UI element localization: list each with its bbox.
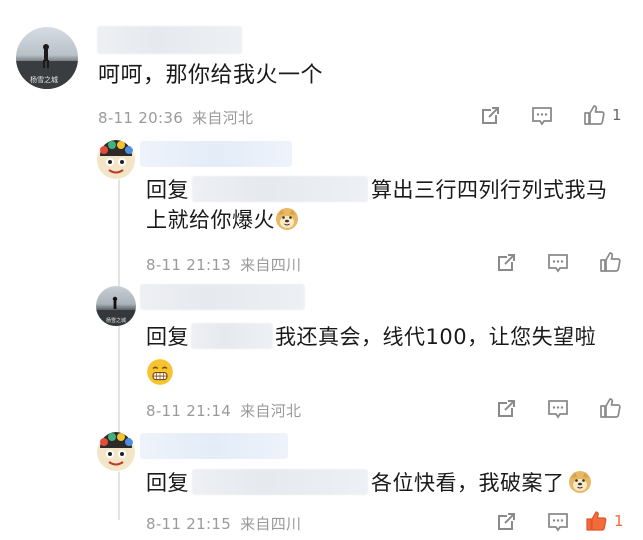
doge-emoji-icon: [568, 470, 592, 494]
reply-source: 来自四川: [240, 515, 302, 533]
username-reply-3-redacted[interactable]: [140, 433, 288, 459]
like-count-top: 1: [612, 106, 622, 124]
reply-target-redacted[interactable]: [192, 469, 368, 495]
comment-text-top: 呵呵，那你给我火一个: [98, 63, 324, 88]
reply-1-meta: 8-11 21:13 来自四川: [146, 254, 301, 275]
username-reply-1-redacted[interactable]: [140, 141, 292, 167]
reply-time: 8-11 21:13: [146, 256, 232, 274]
comment-icon[interactable]: [530, 104, 554, 128]
reply-prefix: 回复: [146, 178, 189, 202]
comment-icon[interactable]: [546, 397, 570, 421]
reply-prefix: 回复: [146, 471, 189, 495]
like-icon[interactable]: [598, 250, 622, 274]
avatar-silhouette-icon: 杨雪之城: [96, 296, 136, 326]
reply-time: 8-11 21:15: [146, 515, 232, 533]
reply-text: 我还真会，线代100，让您失望啦: [275, 325, 597, 349]
like-icon[interactable]: [598, 396, 622, 420]
reply-3-text: 回复 各位快看，我破案了: [146, 468, 626, 498]
doge-emoji-icon: [275, 207, 299, 231]
like-count-reply-3: 1: [614, 512, 624, 530]
reply-2-meta: 8-11 21:14 来自河北: [146, 400, 301, 421]
reply-text: 算出三行四列行列式我马: [371, 178, 608, 202]
reply-1-text: 回复 算出三行四列行列式我马 上就给你爆火: [146, 175, 626, 235]
like-icon-liked[interactable]: [584, 509, 608, 533]
share-icon[interactable]: [494, 510, 518, 534]
avatar-reply-3[interactable]: [96, 432, 136, 472]
share-icon[interactable]: [494, 251, 518, 275]
reply-target-redacted[interactable]: [191, 323, 273, 349]
share-icon[interactable]: [494, 397, 518, 421]
cartoon-avatar-icon: [97, 140, 135, 179]
reply-text: 各位快看，我破案了: [371, 471, 565, 495]
reply-2-text: 回复 我还真会，线代100，让您失望啦: [146, 322, 636, 390]
reply-time: 8-11 21:14: [146, 402, 232, 420]
avatar-caption: 杨雪之城: [30, 75, 58, 84]
reply-text-line2: 上就给你爆火: [146, 208, 275, 232]
like-icon[interactable]: [582, 103, 606, 127]
grin-emoji-icon: [146, 358, 174, 386]
share-icon[interactable]: [478, 104, 502, 128]
reply-target-redacted[interactable]: [192, 176, 368, 202]
reply-prefix: 回复: [146, 325, 189, 349]
avatar-reply-1[interactable]: [96, 140, 136, 180]
avatar-top-comment[interactable]: 杨雪之城: [16, 27, 78, 89]
avatar-caption: 杨雪之城: [106, 317, 126, 324]
comment-source: 来自河北: [192, 109, 254, 127]
username-top-redacted[interactable]: [97, 26, 242, 54]
reply-3-meta: 8-11 21:15 来自四川: [146, 513, 301, 534]
comment-meta-top: 8-11 20:36 来自河北: [98, 107, 253, 128]
avatar-reply-2[interactable]: 杨雪之城: [96, 286, 136, 326]
reply-source: 来自四川: [240, 256, 302, 274]
avatar-silhouette-icon: 杨雪之城: [16, 44, 78, 89]
comment-icon[interactable]: [546, 251, 570, 275]
comment-icon[interactable]: [546, 510, 570, 534]
username-reply-2-redacted[interactable]: [140, 284, 305, 310]
comment-time: 8-11 20:36: [98, 109, 184, 127]
cartoon-avatar-icon: [97, 432, 135, 471]
reply-source: 来自河北: [240, 402, 302, 420]
